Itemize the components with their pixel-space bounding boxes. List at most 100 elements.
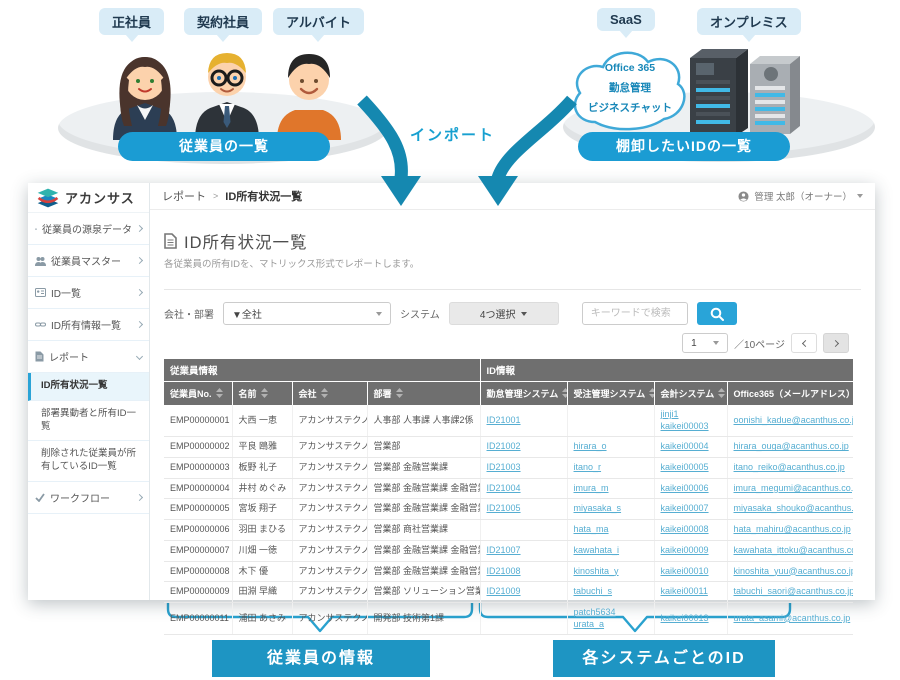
id-link[interactable]: kaikei00004 bbox=[661, 441, 709, 451]
id-link[interactable]: kaikei00010 bbox=[661, 566, 709, 576]
sidebar-item-report[interactable]: レポート bbox=[28, 341, 149, 373]
page-select[interactable]: 1 bbox=[682, 333, 728, 353]
email-link[interactable]: hata_mahiru@acanthus.co.jp bbox=[734, 524, 851, 534]
sidebar-item-label: 従業員マスター bbox=[51, 253, 121, 268]
id-link[interactable]: ID21009 bbox=[487, 586, 521, 596]
email-link[interactable]: kinoshita_yuu@acanthus.co.jp bbox=[734, 566, 854, 576]
id-link[interactable]: kaikei00013 bbox=[661, 613, 709, 623]
cell-juchu-id: imura_m bbox=[567, 478, 654, 499]
id-link[interactable]: ID21005 bbox=[487, 503, 521, 513]
cell-company: アカンサステクノ bbox=[292, 405, 367, 437]
cell-kaikei-id: kaikei00006 bbox=[654, 478, 727, 499]
sidebar-item-workflow[interactable]: ワークフロー bbox=[28, 482, 149, 514]
email-link[interactable]: hirara_ouga@acanthus.co.jp bbox=[734, 441, 849, 451]
id-link[interactable]: kinoshita_y bbox=[574, 566, 619, 576]
next-page-button[interactable] bbox=[823, 333, 849, 353]
id-link[interactable]: kaikei00005 bbox=[661, 462, 709, 472]
email-link[interactable]: kawahata_ittoku@acanthus.co.jp bbox=[734, 545, 854, 555]
email-link[interactable]: imura_megumi@acanthus.co.jp bbox=[734, 483, 854, 493]
search-input[interactable] bbox=[582, 302, 688, 325]
bubble-contract: 契約社員 bbox=[184, 8, 262, 35]
sidebar-item-employee-master[interactable]: 従業員マスター bbox=[28, 245, 149, 277]
cloud-services: Office 365 勤怠管理 ビジネスチャット bbox=[569, 58, 691, 118]
col-header-emp-no[interactable]: 従業員No. bbox=[164, 382, 232, 406]
id-link[interactable]: ID21007 bbox=[487, 545, 521, 555]
system-multiselect-button[interactable]: 4つ選択 bbox=[449, 302, 559, 325]
id-link[interactable]: imura_m bbox=[574, 483, 609, 493]
sidebar-subitem-transfers[interactable]: 部署異動者と所有ID一覧 bbox=[28, 401, 149, 442]
email-link[interactable]: tabuchi_saori@acanthus.co.jp bbox=[734, 586, 854, 596]
app-logo[interactable]: アカンサス bbox=[28, 183, 149, 213]
cell-kintai-id: ID21004 bbox=[480, 478, 567, 499]
sidebar-subitem-id-status[interactable]: ID所有状況一覧 bbox=[28, 373, 149, 401]
cell-kintai-id: ID21001 bbox=[480, 405, 567, 437]
cell-kintai-id bbox=[480, 520, 567, 541]
id-link[interactable]: kaikei00003 bbox=[661, 421, 709, 431]
email-link[interactable]: oonishi_kadue@acanthus.co.jp bbox=[734, 415, 854, 425]
id-link[interactable]: kaikei00011 bbox=[661, 586, 708, 596]
page-subtitle: 各従業員の所有IDを、マトリックス形式でレポートします。 bbox=[164, 256, 419, 270]
import-arrow-right bbox=[498, 100, 572, 178]
banner-label: 棚卸したいIDの一覧 bbox=[616, 138, 752, 154]
cell-dept: 人事部 人事課 人事課2係 bbox=[367, 405, 480, 437]
col-header-dept[interactable]: 部署 bbox=[367, 382, 480, 406]
sidebar-item-source-data[interactable]: 従業員の源泉データ bbox=[28, 213, 149, 245]
col-header-office365[interactable]: Office365（メールアドレス） bbox=[727, 382, 853, 406]
id-link[interactable]: jinji1 bbox=[661, 409, 679, 419]
cell-juchu-id: kinoshita_y bbox=[567, 561, 654, 582]
id-link[interactable]: ID21008 bbox=[487, 566, 521, 576]
page-title: ID所有状況一覧 bbox=[184, 229, 308, 253]
cell-juchu-id: tabuchi_s bbox=[567, 582, 654, 603]
sort-icon bbox=[562, 388, 567, 398]
id-link[interactable]: ID21001 bbox=[487, 415, 521, 425]
id-link[interactable]: kaikei00006 bbox=[661, 483, 709, 493]
email-link[interactable]: itano_reiko@acanthus.co.jp bbox=[734, 462, 845, 472]
email-link[interactable]: miyasaka_shouko@acanthus.co.jp bbox=[734, 503, 854, 513]
cell-company: アカンサステクノ bbox=[292, 478, 367, 499]
prev-page-button[interactable] bbox=[791, 333, 817, 353]
breadcrumb-section[interactable]: レポート bbox=[162, 188, 206, 204]
col-header-juchu[interactable]: 受注管理システム bbox=[567, 382, 654, 406]
id-link[interactable]: kaikei00009 bbox=[661, 545, 709, 555]
caret-down-icon bbox=[857, 194, 863, 198]
company-filter-label: 会社・部署 bbox=[164, 306, 214, 321]
group-header-employee: 従業員情報 bbox=[164, 359, 480, 382]
id-link[interactable]: hata_ma bbox=[574, 524, 609, 534]
id-link[interactable]: kawahata_i bbox=[574, 545, 620, 555]
caret-down-icon bbox=[521, 312, 527, 316]
cell-dept: 営業部 金融営業課 金融営業課2係 bbox=[367, 499, 480, 520]
cell-name: 板野 礼子 bbox=[232, 458, 292, 479]
col-header-kintai[interactable]: 勤怠管理システム bbox=[480, 382, 567, 406]
sidebar-item-id-info[interactable]: ID所有情報一覧 bbox=[28, 309, 149, 341]
sidebar-subitem-deleted[interactable]: 削除された従業員が所有しているID一覧 bbox=[28, 441, 149, 482]
page: 正社員 契約社員 アルバイト SaaS オンプレミス O bbox=[0, 0, 900, 680]
id-link[interactable]: ID21004 bbox=[487, 483, 521, 493]
cell-emp-no: EMP00000002 bbox=[164, 437, 232, 458]
cloud-service-kintai: 勤怠管理 bbox=[569, 78, 691, 98]
id-link[interactable]: itano_r bbox=[574, 462, 602, 472]
cell-email: miyasaka_shouko@acanthus.co.jp bbox=[727, 499, 853, 520]
table-row: EMP00000008 木下 優 アカンサステクノ 営業部 金融営業課 金融営業… bbox=[164, 561, 853, 582]
sidebar-item-id-list[interactable]: ID一覧 bbox=[28, 277, 149, 309]
search-button[interactable] bbox=[697, 302, 737, 325]
id-link[interactable]: kaikei00007 bbox=[661, 503, 709, 513]
id-link[interactable]: urata_a bbox=[574, 619, 605, 629]
col-header-name[interactable]: 名前 bbox=[232, 382, 292, 406]
cell-email: tabuchi_saori@acanthus.co.jp bbox=[727, 582, 853, 603]
col-header-company[interactable]: 会社 bbox=[292, 382, 367, 406]
user-menu[interactable]: 管理 太郎（オーナー） bbox=[738, 189, 863, 203]
id-link[interactable]: kaikei00008 bbox=[661, 524, 709, 534]
id-link[interactable]: hirara_o bbox=[574, 441, 607, 451]
cell-kaikei-id: kaikei00010 bbox=[654, 561, 727, 582]
id-link[interactable]: ID21003 bbox=[487, 462, 521, 472]
id-link[interactable]: miyasaka_s bbox=[574, 503, 622, 513]
avatar-woman bbox=[101, 42, 189, 140]
col-header-kaikei[interactable]: 会計システム bbox=[654, 382, 727, 406]
company-select[interactable]: ▼全社 bbox=[223, 302, 391, 325]
cell-kintai-id: ID21007 bbox=[480, 540, 567, 561]
id-link[interactable]: patch5634 bbox=[574, 607, 616, 617]
email-link[interactable]: urata_asami@acanthus.co.jp bbox=[734, 613, 851, 623]
id-link[interactable]: ID21002 bbox=[487, 441, 521, 451]
cell-kaikei-id: kaikei00009 bbox=[654, 540, 727, 561]
id-link[interactable]: tabuchi_s bbox=[574, 586, 613, 596]
